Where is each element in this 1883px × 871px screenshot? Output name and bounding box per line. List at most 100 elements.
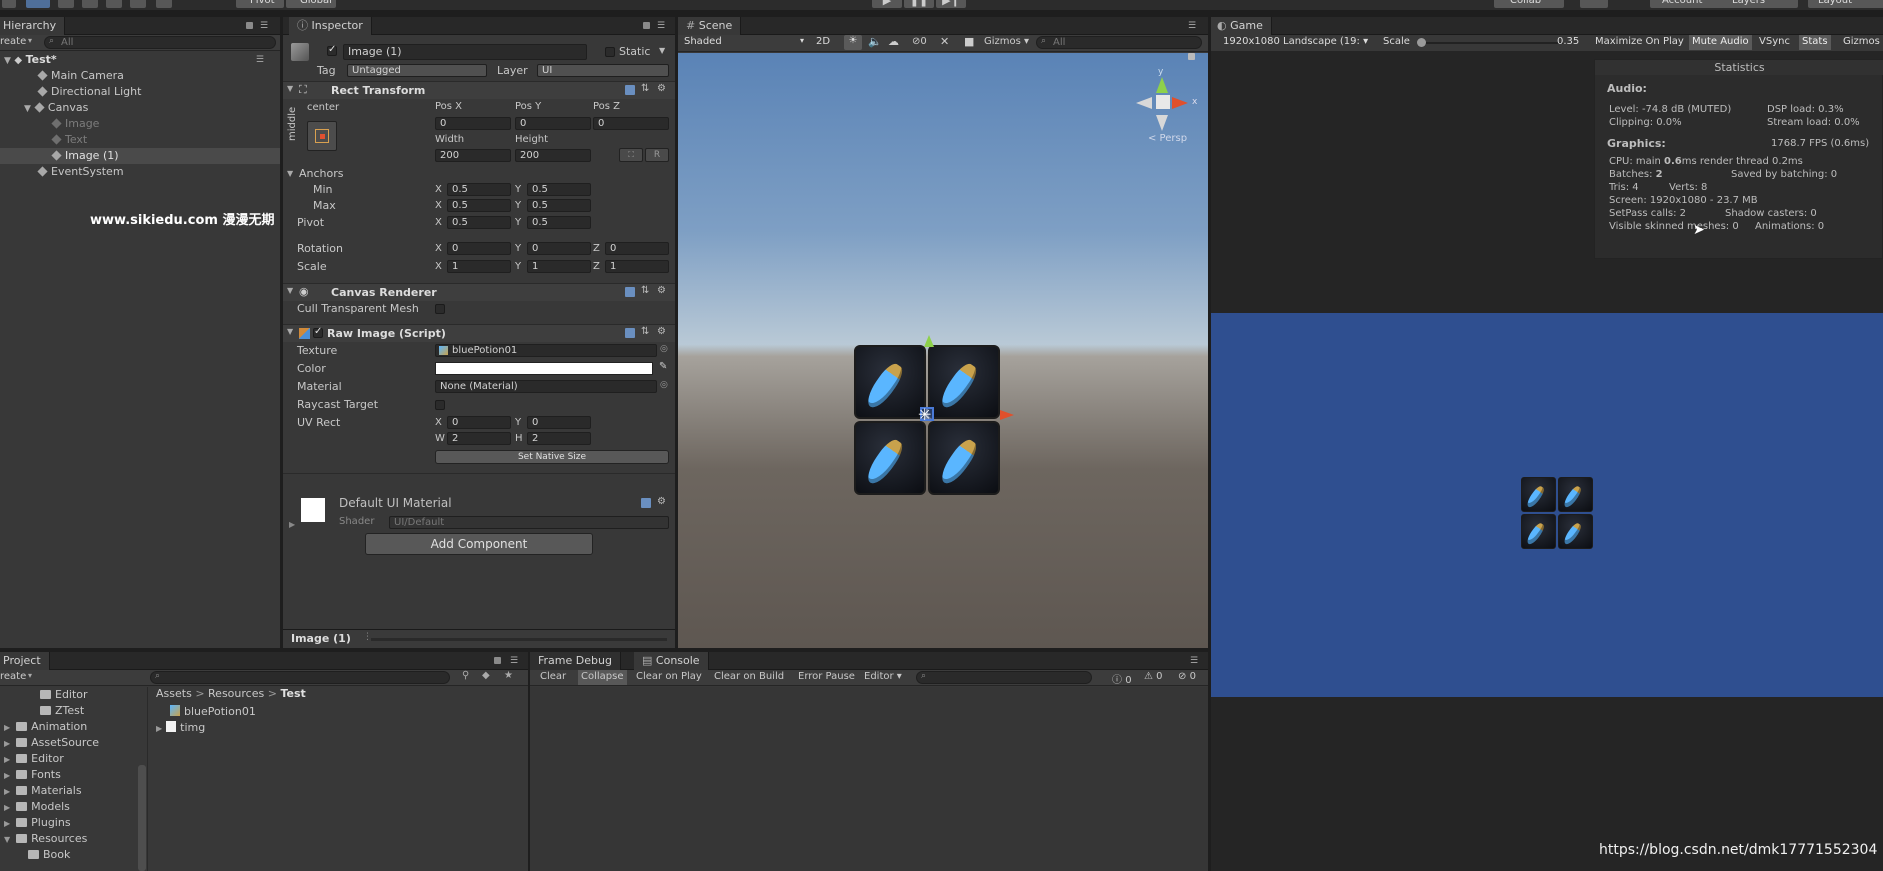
scale-slider[interactable] — [1417, 38, 1563, 47]
pos-z-field[interactable]: 0 — [593, 117, 669, 130]
shading-mode-dropdown[interactable]: Shaded ▾ — [684, 36, 804, 47]
max-x-field[interactable]: 0.5 — [447, 199, 511, 212]
filter-label-icon[interactable]: ◆ — [482, 670, 490, 681]
texture-field[interactable]: bluePotion01 — [435, 344, 657, 357]
anchors-foldout-icon[interactable]: ▼ — [287, 169, 293, 178]
hierarchy-item-image[interactable]: Image — [51, 116, 99, 132]
eyedropper-icon[interactable]: ✎ — [659, 361, 667, 372]
pivot-toggle[interactable]: Pivot — [236, 0, 284, 8]
stats-toggle[interactable]: Stats — [1799, 35, 1831, 50]
breadcrumb-test[interactable]: Test — [280, 687, 305, 700]
active-checkbox[interactable] — [327, 44, 337, 56]
help-book-icon[interactable] — [625, 287, 635, 297]
layout-dropdown[interactable]: Layout — [1808, 0, 1883, 8]
custom-tool-icon[interactable] — [156, 0, 172, 8]
anchor-presets-button[interactable] — [307, 121, 337, 151]
help-book-icon[interactable] — [625, 85, 635, 95]
expand-arrow-icon[interactable]: ▶ — [4, 723, 10, 732]
preset-icon[interactable]: ⇅ — [641, 326, 649, 337]
expand-arrow-icon[interactable]: ▶ — [4, 803, 10, 812]
pause-button[interactable]: ❚❚ — [904, 0, 934, 8]
tools-icon[interactable]: ✕ — [940, 35, 949, 48]
collapse-toggle[interactable]: Collapse — [578, 670, 627, 685]
rot-x-field[interactable]: 0 — [447, 242, 511, 255]
project-search-input[interactable]: ⌕ — [150, 671, 450, 684]
gizmo-y-axis-icon[interactable] — [1156, 77, 1168, 93]
foldout-arrow-icon[interactable]: ▼ — [287, 84, 293, 93]
hierarchy-item-text[interactable]: Text — [51, 132, 87, 148]
global-toggle[interactable]: Global — [286, 0, 336, 8]
folder-editor[interactable]: Editor — [40, 687, 88, 703]
folder-models[interactable]: ▶ Models — [4, 799, 70, 815]
hierarchy-item-main-camera[interactable]: Main Camera — [37, 68, 124, 84]
search-input[interactable]: ⌕ All — [44, 36, 276, 49]
audio-toggle-icon[interactable]: 🔈 — [868, 35, 882, 48]
scale-slider-thumb[interactable] — [1417, 38, 1426, 47]
shader-dropdown[interactable]: UI/Default — [389, 516, 669, 529]
lock-icon[interactable] — [246, 22, 253, 29]
hierarchy-item-canvas[interactable]: ▼ Canvas — [24, 100, 88, 116]
error-count-toggle[interactable]: ⊘ 0 — [1178, 671, 1196, 682]
rect-tool-icon[interactable] — [106, 0, 122, 8]
info-count-toggle[interactable]: ⓘ 0 — [1112, 671, 1132, 686]
2d-toggle[interactable]: 2D — [816, 36, 830, 47]
raycast-target-checkbox[interactable] — [435, 400, 445, 410]
hierarchy-item-image-1[interactable]: Image (1) — [51, 148, 119, 164]
gizmos-toggle[interactable]: Gizmos — [1843, 36, 1880, 47]
clear-button[interactable]: Clear — [540, 671, 566, 682]
gizmo-x-axis-icon[interactable] — [1172, 97, 1188, 109]
breadcrumb-assets[interactable]: Assets — [156, 687, 192, 700]
tab-frame-debug[interactable]: Frame Debug — [530, 652, 621, 670]
hierarchy-item-eventsystem[interactable]: EventSystem — [37, 164, 124, 180]
panel-menu-icon[interactable]: ☰ — [260, 21, 268, 31]
panel-menu-icon[interactable]: ☰ — [1188, 21, 1196, 31]
preset-icon[interactable]: ⇅ — [641, 83, 649, 94]
preset-icon[interactable]: ⇅ — [641, 285, 649, 296]
hand-tool-icon[interactable] — [2, 0, 16, 8]
hierarchy-item-directional-light[interactable]: Directional Light — [37, 84, 141, 100]
width-field[interactable]: 200 — [435, 149, 511, 162]
min-y-field[interactable]: 0.5 — [527, 183, 591, 196]
object-name-field[interactable]: Image (1) — [343, 44, 587, 60]
scene-raw-image[interactable]: ✳ — [854, 335, 1014, 495]
tab-console[interactable]: ▤ Console — [634, 652, 709, 670]
object-picker-icon[interactable]: ◎ — [660, 380, 668, 390]
folder-materials[interactable]: ▶ Materials — [4, 783, 82, 799]
scale-y-field[interactable]: 1 — [527, 260, 591, 273]
persp-label[interactable]: < Persp — [1148, 133, 1187, 144]
resolution-dropdown[interactable]: 1920x1080 Landscape (19: ▾ — [1223, 36, 1368, 47]
dropdown-arrow-icon[interactable]: ▼ — [659, 46, 665, 55]
pos-x-field[interactable]: 0 — [435, 117, 511, 130]
scale-tool-icon[interactable] — [82, 0, 98, 8]
preview-splitter[interactable] — [371, 638, 667, 641]
expand-arrow-icon[interactable]: ▶ — [4, 819, 10, 828]
raw-edit-button[interactable]: R — [645, 148, 669, 162]
gizmos-dropdown[interactable]: Gizmos ▾ — [984, 36, 1029, 47]
lock-icon[interactable] — [494, 657, 501, 664]
move-handle-y-icon[interactable] — [924, 335, 934, 347]
account-dropdown[interactable]: Account — [1650, 0, 1726, 8]
filter-type-icon[interactable]: ⚲ — [462, 670, 469, 681]
canvas-renderer-header[interactable]: ▼ ◉ Canvas Renderer ⇅ ⚙ — [283, 283, 675, 301]
scene-lock-icon[interactable] — [1188, 53, 1195, 60]
transform-tool-icon[interactable] — [130, 0, 146, 8]
expand-arrow-icon[interactable]: ▶ — [4, 755, 10, 764]
expand-arrow-icon[interactable]: ▶ — [4, 739, 10, 748]
folder-ztest[interactable]: ZTest — [40, 703, 84, 719]
pivot-x-field[interactable]: 0.5 — [447, 216, 511, 229]
move-tool-icon[interactable] — [26, 0, 50, 8]
vsync-toggle[interactable]: VSync — [1759, 36, 1790, 47]
lighting-toggle-icon[interactable]: ☀ — [844, 35, 862, 50]
max-y-field[interactable]: 0.5 — [527, 199, 591, 212]
hidden-objects-toggle[interactable]: ⊘0 — [912, 36, 927, 47]
panel-menu-icon[interactable]: ☰ — [657, 21, 665, 31]
editor-dropdown[interactable]: Editor ▾ — [864, 671, 902, 682]
folder-fonts[interactable]: ▶ Fonts — [4, 767, 61, 783]
expand-arrow-icon[interactable]: ▼ — [24, 104, 31, 114]
scale-z-field[interactable]: 1 — [605, 260, 669, 273]
set-native-size-button[interactable]: Set Native Size — [435, 450, 669, 464]
expand-arrow-icon[interactable]: ▼ — [4, 835, 10, 844]
material-field[interactable]: None (Material) — [435, 380, 657, 393]
cull-transparent-checkbox[interactable] — [435, 304, 445, 314]
gizmo-neg-x-icon[interactable] — [1136, 97, 1152, 109]
